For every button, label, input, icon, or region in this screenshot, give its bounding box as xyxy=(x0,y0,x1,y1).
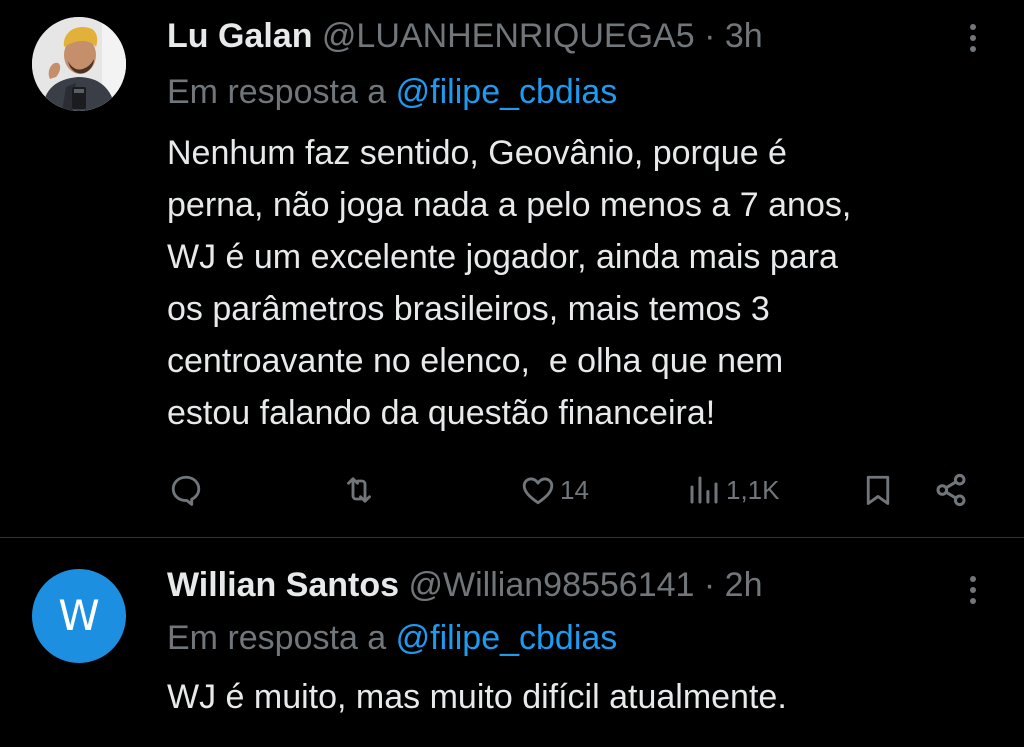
reply-prefix: Em resposta a xyxy=(167,619,387,657)
views-button[interactable]: 1,1K xyxy=(686,466,780,514)
tweet-text-line: os parâmetros brasileiros, mais temos 3 xyxy=(167,290,770,328)
reply-button[interactable] xyxy=(168,466,204,514)
more-vertical-icon[interactable] xyxy=(968,24,978,58)
tweet-header: Lu Galan @LUANHENRIQUEGA5 · 3h xyxy=(167,16,763,56)
author-name[interactable]: Willian Santos xyxy=(167,566,399,604)
action-bar: 14 1,1K xyxy=(0,466,1024,514)
more-vertical-icon[interactable] xyxy=(968,576,978,610)
views-icon xyxy=(690,476,718,504)
avatar-initial: W xyxy=(58,591,100,640)
retweet-icon xyxy=(347,477,371,503)
tweet[interactable]: W Willian Santos @Willian98556141 · 2h E… xyxy=(0,538,1024,747)
like-button[interactable]: 14 xyxy=(520,466,589,514)
avatar[interactable] xyxy=(32,17,126,111)
retweet-button[interactable] xyxy=(340,466,378,514)
heart-icon xyxy=(522,477,554,505)
separator: · xyxy=(703,566,716,604)
separator: · xyxy=(704,17,716,55)
reply-context: Em resposta a @filipe_cbdias xyxy=(167,618,617,658)
tweet[interactable]: Lu Galan @LUANHENRIQUEGA5 · 3h Em respos… xyxy=(0,0,1024,538)
reply-mention-link[interactable]: @filipe_cbdias xyxy=(396,619,618,657)
tweet-text: WJ é muito, mas muito difícil atualmente… xyxy=(167,671,997,723)
bookmark-button[interactable] xyxy=(860,466,896,514)
avatar[interactable]: W xyxy=(32,569,126,663)
like-count: 14 xyxy=(560,474,589,505)
tweet-text-line: Nenhum faz sentido, Geovânio, porque é xyxy=(167,134,787,172)
reply-icon xyxy=(171,475,201,506)
author-name[interactable]: Lu Galan xyxy=(167,17,312,55)
tweet-text-line: estou falando da questão financeira! xyxy=(167,394,716,432)
author-handle[interactable]: @LUANHENRIQUEGA5 xyxy=(322,17,695,55)
reply-prefix: Em resposta a xyxy=(167,73,387,111)
tweet-header: Willian Santos @Willian98556141 · 2h xyxy=(167,565,763,605)
timestamp[interactable]: 2h xyxy=(725,566,763,604)
views-count: 1,1K xyxy=(726,474,780,505)
share-icon xyxy=(936,473,966,507)
reply-mention-link[interactable]: @filipe_cbdias xyxy=(396,73,618,111)
tweet-text: Nenhum faz sentido, Geovânio, porque é p… xyxy=(167,127,997,439)
tweet-text-line: WJ é um excelente jogador, ainda mais pa… xyxy=(167,238,838,276)
reply-context: Em resposta a @filipe_cbdias xyxy=(167,72,617,112)
tweet-text-line: centroavante no elenco, e olha que nem xyxy=(167,342,784,380)
bookmark-icon xyxy=(866,475,890,505)
user-photo-avatar-icon xyxy=(32,17,126,111)
tweet-text-line: WJ é muito, mas muito difícil atualmente… xyxy=(167,678,787,716)
timestamp[interactable]: 3h xyxy=(725,17,763,55)
share-button[interactable] xyxy=(932,466,970,514)
tweet-text-line: perna, não joga nada a pelo menos a 7 an… xyxy=(167,186,852,224)
author-handle[interactable]: @Willian98556141 xyxy=(409,566,695,604)
